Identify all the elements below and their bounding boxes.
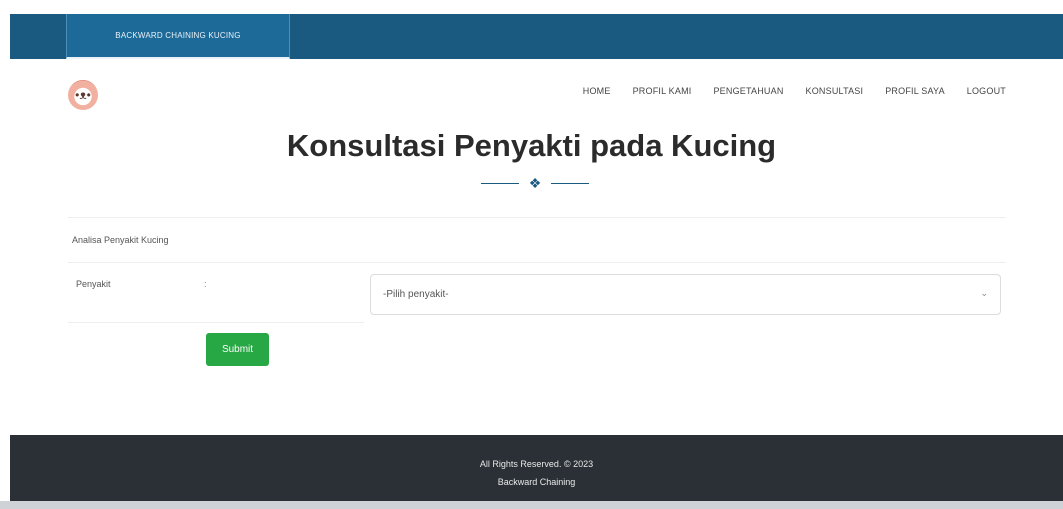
brand-tab[interactable]: BACKWARD CHAINING KUCING [66, 14, 290, 59]
footer-brand: Backward Chaining [497, 477, 576, 487]
section-divider-top [68, 217, 1006, 218]
divider-line-left [481, 183, 519, 184]
nav-pengetahuan[interactable]: PENGETAHUAN [713, 86, 783, 96]
main-nav: HOME PROFIL KAMI PENGETAHUAN KONSULTASI … [583, 86, 1006, 96]
penyakit-label: Penyakit [76, 279, 111, 289]
title-divider: ❖ [481, 173, 589, 193]
divider-line-right [551, 183, 589, 184]
footer: All Rights Reserved. © 2023 Backward Cha… [10, 435, 1063, 501]
select-value: -Pilih penyakit- [383, 289, 449, 300]
footer-copyright: All Rights Reserved. © 2023 [479, 459, 594, 469]
nav-logout[interactable]: LOGOUT [967, 86, 1006, 96]
nav-konsultasi[interactable]: KONSULTASI [806, 86, 864, 96]
section-divider-bottom [68, 262, 1006, 263]
nav-profil-saya[interactable]: PROFIL SAYA [885, 86, 945, 96]
paw-icon: ❖ [528, 175, 542, 191]
section-label: Analisa Penyakit Kucing [72, 235, 169, 245]
horizontal-scrollbar[interactable] [0, 501, 1063, 509]
penyakit-select[interactable]: -Pilih penyakit- ⌄ [370, 274, 1001, 315]
field-colon: : [204, 279, 207, 289]
field-row-divider [68, 322, 364, 323]
top-bar: BACKWARD CHAINING KUCING [10, 14, 1063, 59]
nav-profil-kami[interactable]: PROFIL KAMI [633, 86, 692, 96]
nav-home[interactable]: HOME [583, 86, 611, 96]
chevron-down-icon: ⌄ [980, 288, 988, 298]
cat-face-icon[interactable]: •ᴥ• [68, 80, 98, 110]
page-title: Konsultasi Penyakti pada Kucing [286, 128, 777, 163]
submit-button[interactable]: Submit [206, 333, 269, 366]
